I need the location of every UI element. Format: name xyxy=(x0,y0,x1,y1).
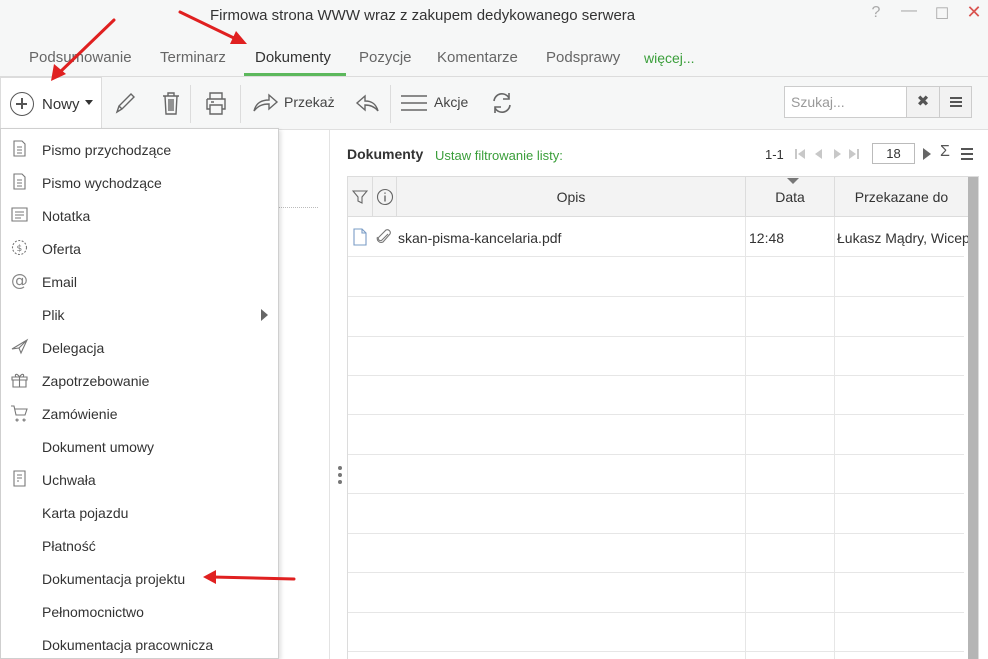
annotation-arrows xyxy=(51,10,296,584)
